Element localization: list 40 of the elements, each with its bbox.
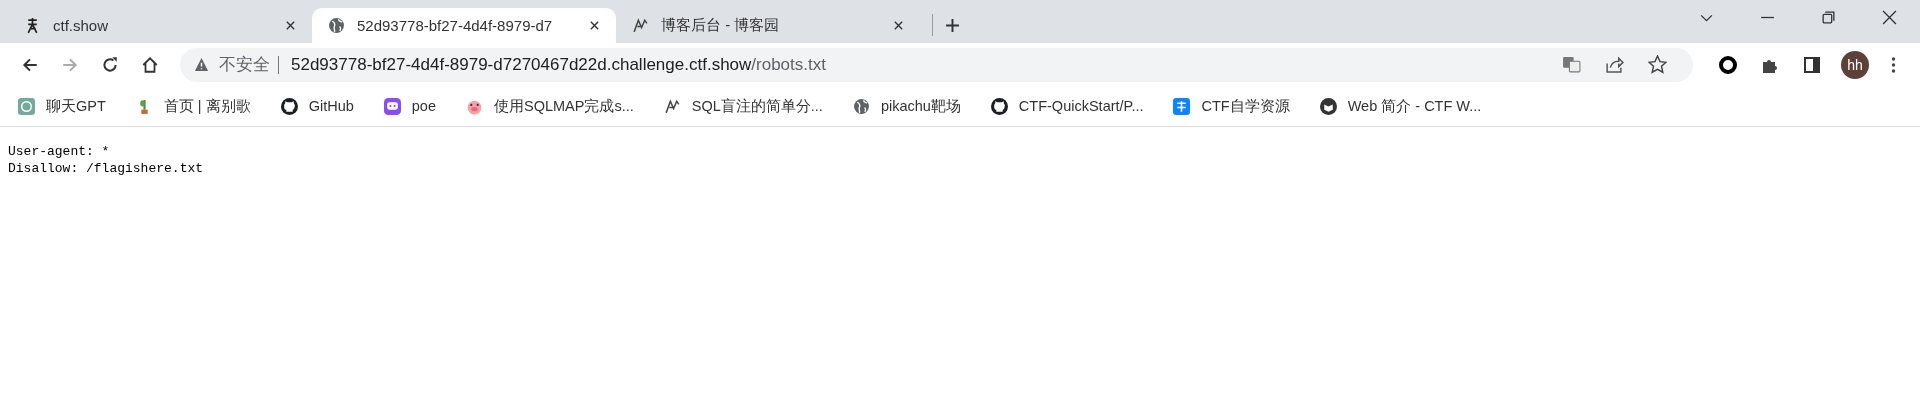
close-icon[interactable] — [589, 20, 600, 31]
browser-tab[interactable]: ctf.show — [8, 8, 312, 43]
security-label: 不安全 — [219, 55, 279, 74]
globe-icon — [328, 17, 345, 34]
translate-icon[interactable] — [1562, 55, 1581, 74]
close-icon[interactable] — [1882, 10, 1897, 25]
bookmark[interactable]: poe — [383, 97, 436, 115]
globe-icon — [852, 97, 870, 115]
bookmark[interactable]: 首页 | 离别歌 — [135, 96, 251, 116]
close-icon[interactable] — [285, 20, 296, 31]
share-icon[interactable] — [1605, 55, 1624, 74]
browser-tab[interactable]: 52d93778-bf27-4d4f-8979-d7 — [312, 8, 616, 43]
github-icon — [280, 97, 298, 115]
bookmark[interactable]: 使用SQLMAP完成s... — [466, 96, 634, 116]
bookmark[interactable]: SQL盲注的简单分... — [663, 96, 823, 116]
reload-icon[interactable] — [101, 55, 119, 74]
profile-avatar[interactable]: hh — [1841, 50, 1869, 79]
square-icon — [1173, 97, 1191, 115]
chat-icon — [383, 97, 401, 115]
address-bar[interactable]: 不安全 52d93778-bf27-4d4f-8979-d7270467d22d.challenge.ctf.show/robots.txt — [180, 47, 1693, 82]
side-panel-icon[interactable] — [1802, 54, 1822, 75]
restore-icon[interactable] — [1821, 10, 1836, 25]
ring-icon[interactable] — [1718, 54, 1738, 75]
github-icon — [990, 97, 1008, 115]
star-icon[interactable] — [1648, 55, 1667, 74]
more-icon[interactable] — [1891, 55, 1896, 74]
bookmark[interactable]: GitHub — [280, 97, 354, 115]
bookmark[interactable]: Web 简介 - CTF W... — [1319, 96, 1482, 116]
url-text: 52d93778-bf27-4d4f-8979-d7270467d22d.challenge.ctf.show/robots.txt — [291, 54, 826, 75]
browser-tab[interactable]: 博客后台 - 博客园 — [616, 8, 920, 43]
bookmark[interactable]: 聊天GPT — [18, 96, 106, 116]
new-tab-icon[interactable] — [945, 18, 960, 33]
text-line: Disallow: /flagishere.txt — [8, 160, 204, 177]
bookmark[interactable]: CTF-QuickStart/P... — [990, 97, 1144, 115]
close-icon[interactable] — [893, 20, 904, 31]
bookmark[interactable]: pikachu靶场 — [852, 96, 961, 116]
text-line: User-agent: * — [8, 143, 110, 160]
bookmark[interactable]: CTF自学资源 — [1173, 96, 1290, 116]
warning-icon — [194, 57, 209, 72]
home-icon[interactable] — [141, 55, 159, 74]
